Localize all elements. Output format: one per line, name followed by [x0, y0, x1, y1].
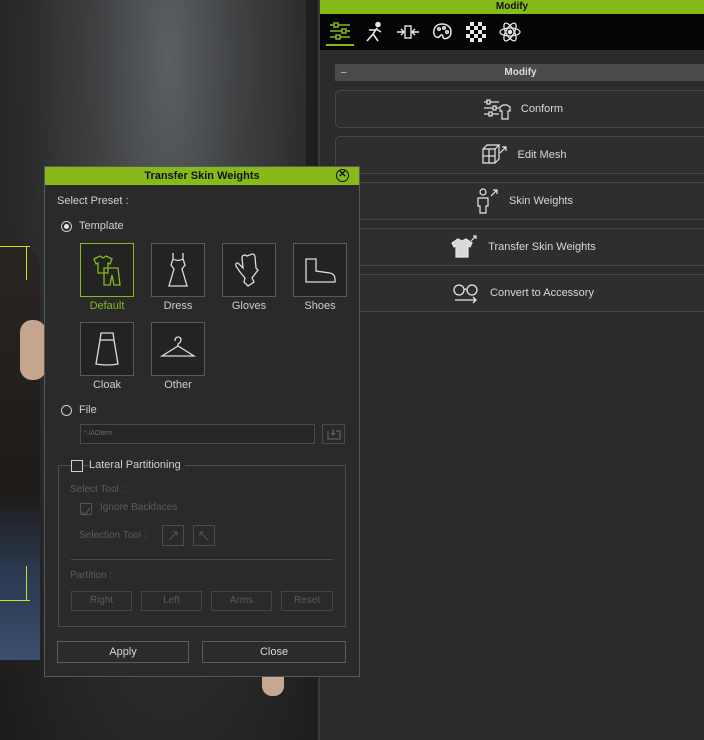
palette-icon[interactable] [428, 18, 456, 46]
browse-file-button[interactable] [322, 424, 345, 444]
preset-default[interactable] [80, 243, 134, 297]
bounding-box-line [26, 566, 27, 600]
boot-icon [305, 258, 336, 283]
convert-to-accessory-button[interactable]: Convert to Accessory [335, 274, 704, 312]
skin-weights-button[interactable]: Skin Weights [335, 182, 704, 220]
selection-tool-label: Selection Tool : [79, 530, 147, 541]
bounding-box-line [26, 246, 27, 280]
preset-default-label: Default [89, 300, 125, 312]
preset-gloves[interactable] [222, 243, 276, 297]
apply-button[interactable]: Apply [57, 641, 189, 663]
shirt-icon [451, 235, 477, 258]
preset-other[interactable] [151, 322, 205, 376]
template-label: Template [79, 220, 124, 232]
lateral-partitioning-label: Lateral Partitioning [89, 459, 185, 471]
preset-cloak[interactable] [80, 322, 134, 376]
panel-title: Modify [320, 0, 704, 14]
convert-to-accessory-label: Convert to Accessory [490, 287, 594, 299]
dialog-title-bar[interactable]: Transfer Skin Weights ✕ [45, 167, 359, 185]
folder-import-icon [327, 429, 340, 440]
character-hand [20, 320, 46, 380]
section-title: Modify [504, 67, 537, 78]
select-tool-label: Select Tool : [70, 484, 125, 495]
pose-icon[interactable] [360, 18, 388, 46]
skin-weights-label: Skin Weights [509, 195, 573, 207]
preset-other-label: Other [164, 379, 192, 391]
modify-section-header[interactable]: – Modify [335, 64, 704, 81]
conform-button[interactable]: Conform [335, 90, 704, 128]
partition-arms-button[interactable]: Arms [211, 591, 272, 611]
transfer-skin-weights-button[interactable]: Transfer Skin Weights [335, 228, 704, 266]
partition-label: Partition : [70, 570, 113, 581]
conform-label: Conform [520, 103, 564, 115]
preset-dress[interactable] [151, 243, 205, 297]
glasses-icon [453, 284, 478, 304]
ignore-backfaces-checkbox[interactable] [80, 503, 92, 517]
skin-weights-icon [477, 188, 498, 214]
close-icon[interactable]: ✕ [336, 169, 349, 182]
dress-icon [168, 253, 188, 287]
default-clothes-icon [93, 255, 121, 286]
template-radio[interactable] [61, 221, 72, 232]
partition-left-button[interactable]: Left [141, 591, 202, 611]
transfer-skin-weights-dialog: Transfer Skin Weights ✕ Select Preset : … [44, 166, 360, 677]
edit-mesh-label: Edit Mesh [517, 149, 567, 161]
checker-icon[interactable] [462, 18, 490, 46]
select-arrow-icon [168, 531, 178, 540]
selection-tool-button-1[interactable] [162, 525, 184, 546]
transfer-skin-weights-label: Transfer Skin Weights [488, 241, 596, 253]
partition-right-button[interactable]: Right [71, 591, 132, 611]
ignore-backfaces-label: Ignore Backfaces [100, 502, 178, 513]
preset-shoes-label: Shoes [304, 300, 336, 312]
select-preset-label: Select Preset : [57, 195, 129, 207]
preset-dress-label: Dress [163, 300, 193, 312]
dialog-title: Transfer Skin Weights [144, 170, 260, 182]
preset-cloak-label: Cloak [92, 379, 122, 391]
hanger-icon [159, 336, 197, 357]
character-figure[interactable] [0, 240, 40, 660]
separator [71, 559, 333, 560]
atom-icon[interactable] [496, 18, 524, 46]
lateral-partitioning-checkbox[interactable] [71, 460, 83, 472]
preset-gloves-label: Gloves [231, 300, 267, 312]
file-path-input[interactable]: *.iAOtem [80, 424, 315, 444]
selection-tool-button-2[interactable] [193, 525, 215, 546]
cloak-icon [95, 332, 119, 366]
close-button[interactable]: Close [202, 641, 346, 663]
morph-icon[interactable] [394, 18, 422, 46]
file-label: File [79, 404, 97, 416]
partition-reset-button[interactable]: Reset [281, 591, 333, 611]
select-arrow-icon [199, 531, 209, 540]
edit-mesh-icon [481, 144, 507, 164]
preset-shoes[interactable] [293, 243, 347, 297]
modify-toolbar [320, 14, 704, 50]
conform-icon [483, 99, 511, 120]
glove-icon [235, 253, 259, 287]
file-radio[interactable] [61, 405, 72, 416]
collapse-icon[interactable]: – [341, 64, 347, 81]
bounding-box-line [0, 600, 30, 601]
edit-mesh-button[interactable]: Edit Mesh [335, 136, 704, 174]
modify-panel: Modify – Modify Conform Edit Mesh Skin W… [318, 0, 704, 740]
sliders-icon[interactable] [326, 18, 354, 46]
